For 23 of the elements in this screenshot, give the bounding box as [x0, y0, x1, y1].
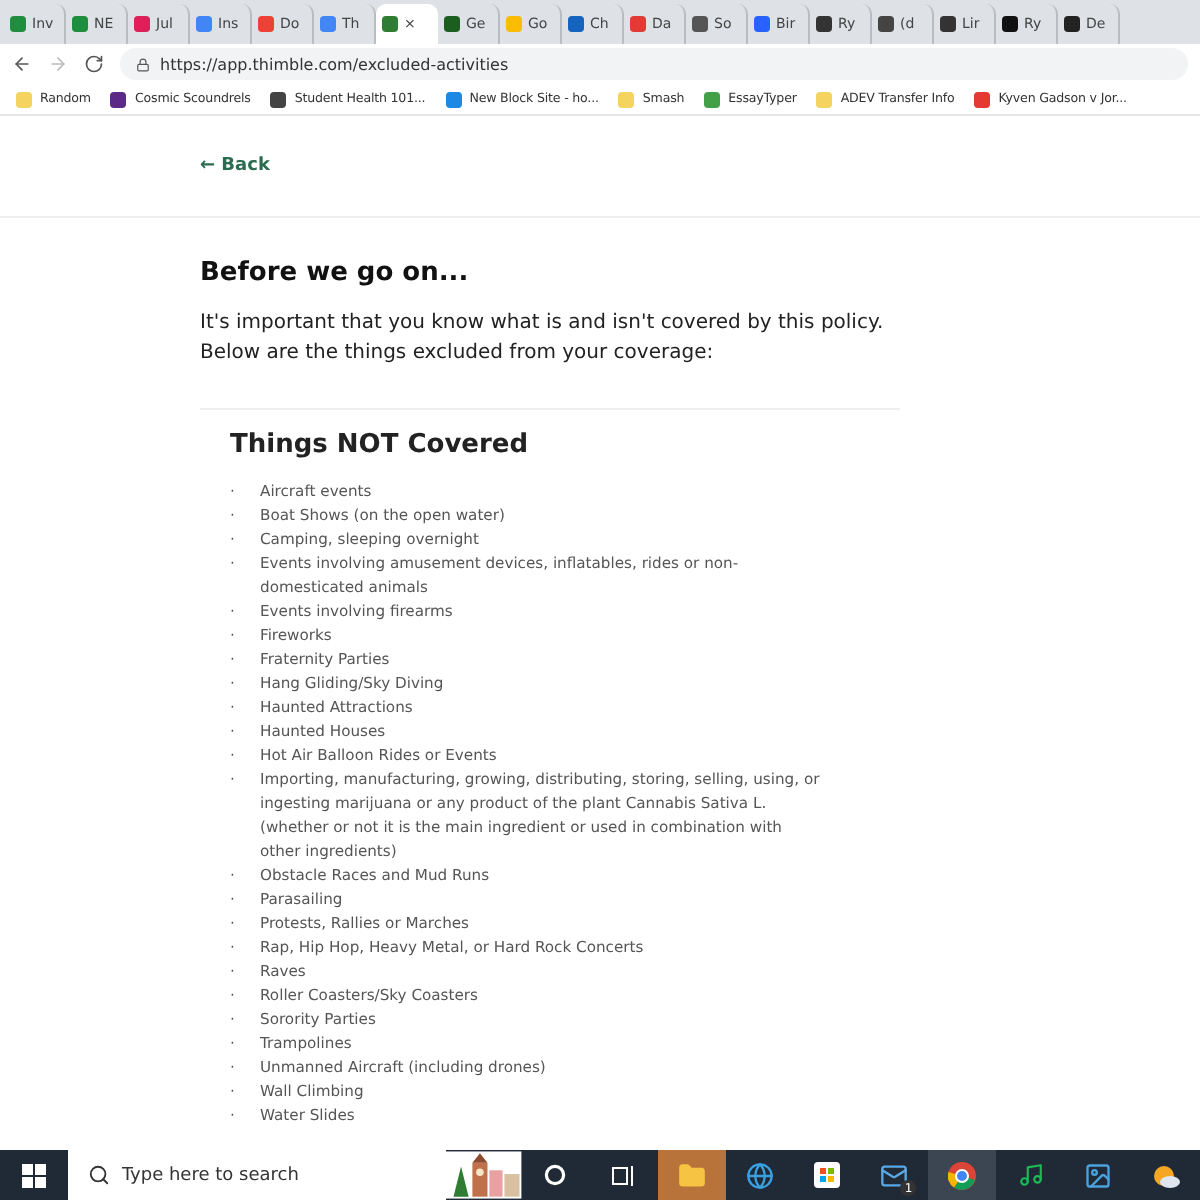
intro-paragraph: It's important that you know what is and isn't covered by this policy. Below are the things excluded from your coverage:	[200, 308, 900, 410]
circle-icon	[544, 1164, 567, 1186]
list-title: Things NOT Covered	[230, 430, 531, 460]
store-icon	[813, 1162, 840, 1188]
task-view-icon	[611, 1165, 636, 1185]
photo-icon	[1084, 1161, 1113, 1189]
sun-cloud-icon	[1152, 1163, 1181, 1187]
windows-icon	[21, 1163, 46, 1187]
back-arrow-icon[interactable]	[12, 54, 32, 74]
taskbar-button[interactable]	[928, 1150, 997, 1200]
browser-icon	[948, 1161, 977, 1189]
music-icon	[1017, 1162, 1044, 1188]
folder-icon	[677, 1161, 706, 1189]
search-placeholder: Type here to search	[121, 1165, 299, 1185]
taskbar-search-field[interactable]: Type here to search	[67, 1150, 447, 1200]
reload-icon[interactable]	[84, 54, 104, 74]
address-field[interactable]: https://app.thimble.com/excluded-activities	[120, 48, 1188, 80]
search-icon	[87, 1164, 110, 1186]
lock-icon	[136, 57, 150, 71]
back-link[interactable]: ← Back	[200, 156, 270, 176]
mail-icon	[880, 1161, 909, 1189]
page-heading: Before we go on...	[200, 258, 471, 288]
globe-icon	[745, 1161, 773, 1189]
